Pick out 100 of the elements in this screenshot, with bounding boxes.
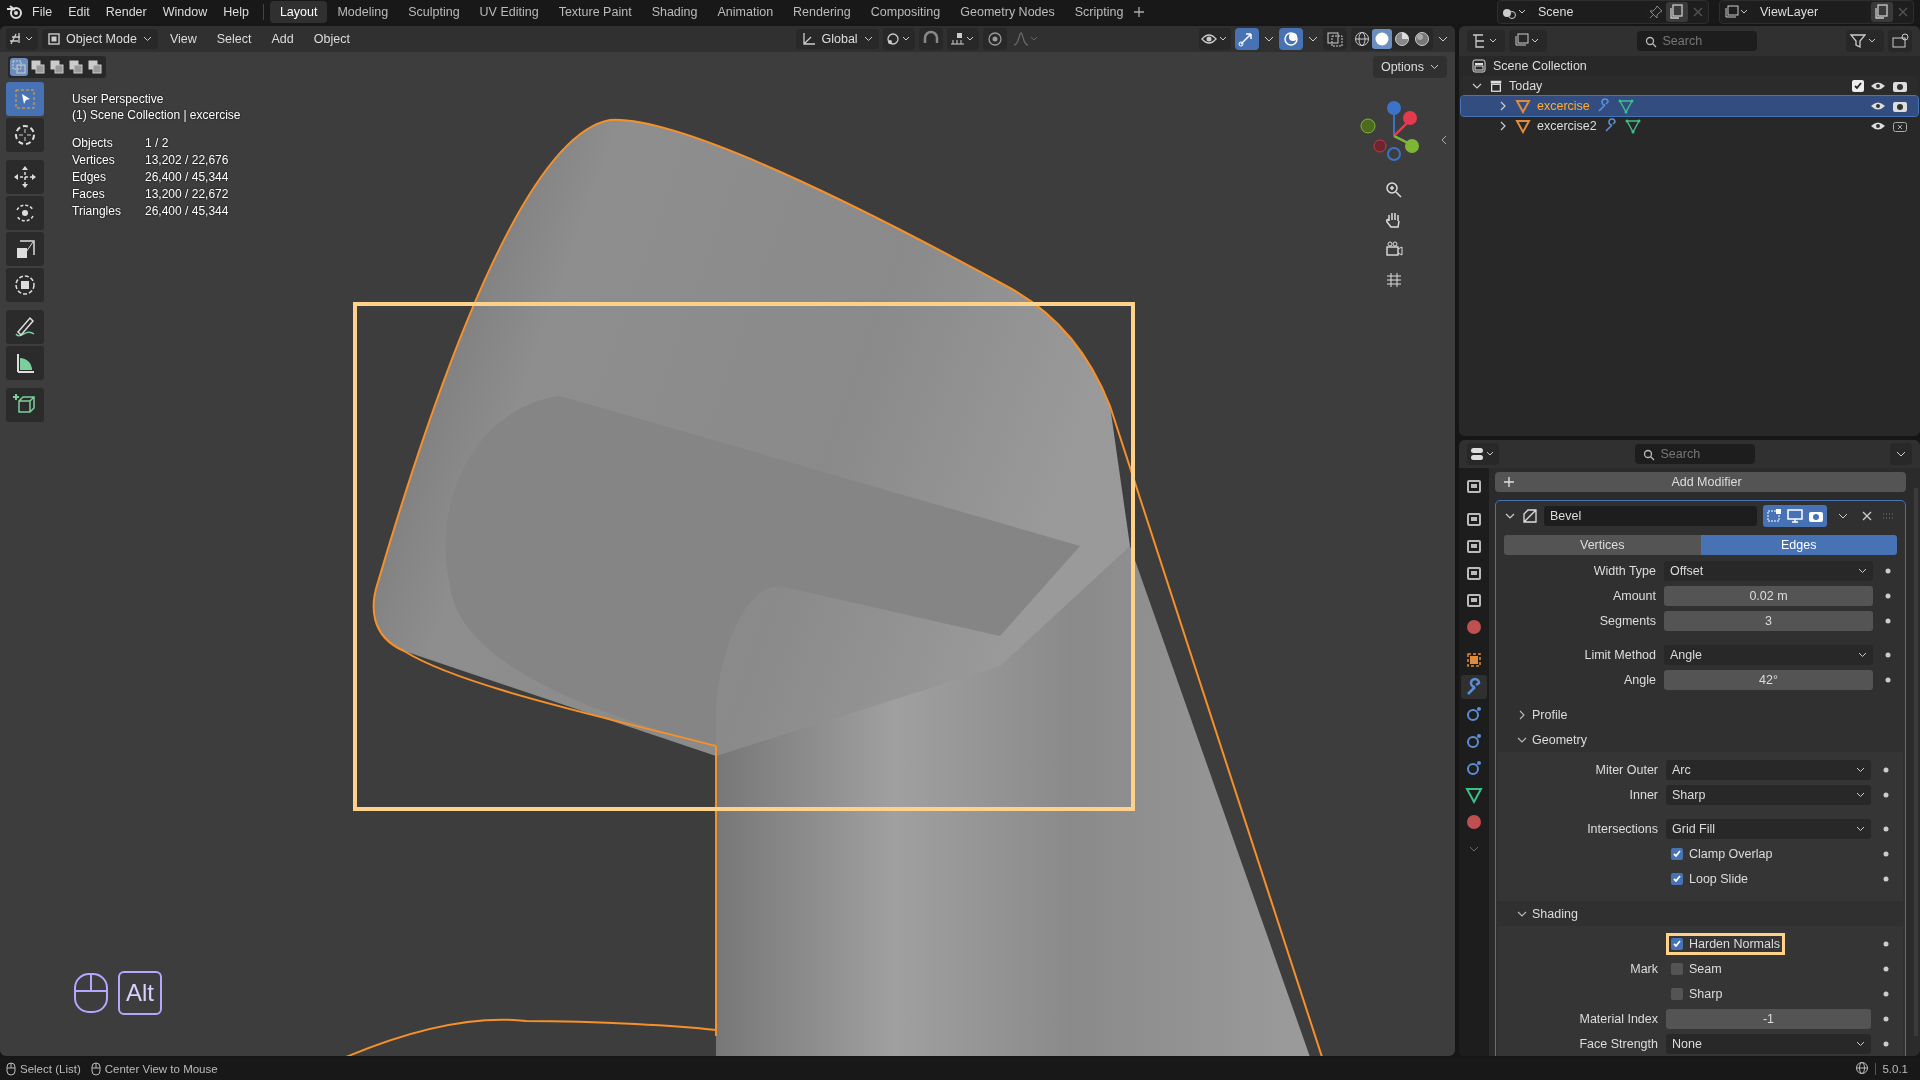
workspace-tab[interactable]: Geometry Nodes — [950, 1, 1065, 23]
eye-icon[interactable] — [1199, 28, 1231, 50]
workspace-tab[interactable]: Rendering — [783, 1, 861, 23]
checkbox-option[interactable]: Clamp Overlap — [1666, 843, 1778, 865]
display-mode-icon[interactable] — [1467, 30, 1505, 52]
keyframe-dot-icon[interactable] — [1883, 1016, 1889, 1022]
mesh-data-icon[interactable] — [1617, 98, 1634, 114]
search-field[interactable]: Search — [1634, 444, 1755, 464]
orientation-dropdown[interactable]: Global — [795, 29, 879, 49]
checkbox-option[interactable]: Loop Slide — [1666, 868, 1754, 890]
selection-mode-icon[interactable] — [29, 58, 47, 76]
workspace-tab[interactable]: Texture Paint — [548, 1, 642, 23]
gizmo-icon[interactable] — [1235, 28, 1259, 50]
keyframe-dot-icon[interactable] — [1885, 618, 1891, 624]
workspace-tab[interactable]: Layout — [269, 1, 328, 23]
number-field[interactable]: 0.02 m — [1664, 586, 1873, 606]
add-workspace-icon[interactable] — [1133, 6, 1146, 18]
checkbox-option[interactable]: Sharp — [1666, 983, 1728, 1005]
magnet-icon[interactable] — [918, 28, 943, 50]
outliner-row[interactable]: excercise — [1461, 96, 1918, 116]
number-field[interactable]: -1 — [1666, 1009, 1871, 1029]
scale-icon[interactable] — [6, 232, 44, 266]
checkbox[interactable] — [1671, 988, 1683, 1000]
outliner-item[interactable]: Scene Collection — [1493, 59, 1587, 73]
keyframe-dot-icon[interactable] — [1883, 792, 1889, 798]
workspace-tab[interactable]: Animation — [707, 1, 784, 23]
eye-icon[interactable] — [1870, 120, 1886, 132]
checkbox[interactable] — [1671, 848, 1683, 860]
keyframe-dot-icon[interactable] — [1883, 1041, 1889, 1047]
editor-type-icon[interactable] — [1467, 443, 1499, 465]
pin-icon[interactable] — [1649, 5, 1663, 19]
search-field[interactable]: Search — [1636, 31, 1757, 51]
mode-dropdown[interactable]: Object Mode — [42, 29, 158, 49]
measure-icon[interactable] — [6, 346, 44, 380]
copy-icon[interactable] — [1666, 2, 1688, 22]
rotate-icon[interactable] — [6, 196, 44, 230]
xray-icon[interactable] — [1323, 28, 1347, 50]
checkbox-option[interactable]: Harden Normals — [1666, 933, 1785, 955]
pivot-icon[interactable] — [882, 28, 915, 50]
cursor-icon[interactable] — [6, 118, 44, 152]
subpanel-header[interactable]: Shading — [1496, 901, 1905, 926]
eye-icon[interactable] — [1870, 100, 1886, 112]
dropdown-field[interactable]: Offset — [1664, 561, 1873, 581]
workspace-tab[interactable]: Shading — [641, 1, 708, 23]
overlays-icon[interactable] — [1279, 28, 1303, 50]
app-logo-icon[interactable] — [6, 4, 24, 20]
selection-mode-icon[interactable] — [86, 58, 104, 76]
filter-icon[interactable] — [1846, 30, 1884, 52]
copy-icon[interactable] — [1871, 2, 1893, 22]
keyframe-dot-icon[interactable] — [1883, 941, 1889, 947]
number-field[interactable]: 42° — [1664, 670, 1873, 690]
number-field[interactable]: 3 — [1664, 611, 1873, 631]
menu-item[interactable]: Window — [154, 5, 216, 19]
object-name[interactable]: excercise — [1537, 99, 1590, 113]
chevron-down-icon[interactable] — [1307, 35, 1319, 43]
new-collection-icon[interactable] — [1888, 30, 1912, 52]
annotate-icon[interactable] — [6, 310, 44, 344]
workspace-tab[interactable]: UV Editing — [469, 1, 549, 23]
checkbox[interactable] — [1671, 938, 1683, 950]
dropdown-field[interactable]: Angle — [1664, 645, 1873, 665]
keyframe-dot-icon[interactable] — [1883, 876, 1889, 882]
transform-icon[interactable] — [6, 268, 44, 302]
selection-mode-icon[interactable] — [48, 58, 66, 76]
solid-sphere-icon[interactable] — [1372, 29, 1392, 49]
keyframe-dot-icon[interactable] — [1885, 652, 1891, 658]
menu-item[interactable]: Help — [215, 5, 257, 19]
chevron-down-icon[interactable] — [1263, 35, 1275, 43]
segment-tab[interactable]: Edges — [1700, 535, 1897, 555]
rendered-sphere-icon[interactable] — [1412, 29, 1432, 49]
keyframe-dot-icon[interactable] — [1883, 826, 1889, 832]
modifier-name-field[interactable]: Bevel — [1544, 506, 1757, 526]
menu-item[interactable]: View — [161, 32, 205, 46]
menu-item[interactable]: Render — [97, 5, 155, 19]
keyframe-dot-icon[interactable] — [1883, 966, 1889, 972]
monitor-icon[interactable] — [1785, 506, 1805, 526]
material-sphere-icon[interactable] — [1392, 29, 1412, 49]
object-name[interactable]: excercise2 — [1537, 119, 1597, 133]
eye-icon[interactable] — [1870, 80, 1886, 92]
dropdown-field[interactable]: Sharp — [1666, 785, 1871, 805]
dropdown-field[interactable]: None — [1666, 1034, 1871, 1054]
outliner-row[interactable]: excercise2 — [1461, 116, 1918, 136]
workspace-tab[interactable]: Compositing — [860, 1, 951, 23]
wrench-icon[interactable] — [1461, 675, 1487, 699]
selection-mode-icon[interactable] — [67, 58, 85, 76]
wireframe-sphere-icon[interactable] — [1352, 29, 1372, 49]
options-dropdown[interactable]: Options — [1372, 56, 1447, 78]
menu-item[interactable]: Add — [263, 32, 302, 46]
keyframe-dot-icon[interactable] — [1885, 593, 1891, 599]
dropdown-field[interactable]: Arc — [1666, 760, 1871, 780]
menu-item[interactable]: Edit — [60, 5, 98, 19]
keyframe-dot-icon[interactable] — [1883, 767, 1889, 773]
workspace-tab[interactable]: Scripting — [1064, 1, 1134, 23]
subpanel-title[interactable]: Shading — [1532, 906, 1578, 921]
segment-tab[interactable]: Vertices — [1504, 535, 1701, 555]
move-icon[interactable] — [6, 160, 44, 194]
dropdown-field[interactable]: Grid Fill — [1666, 819, 1871, 839]
workspace-tab[interactable]: Sculpting — [398, 1, 470, 23]
keyframe-dot-icon[interactable] — [1885, 677, 1891, 683]
add-modifier-button[interactable]: Add Modifier — [1495, 472, 1906, 492]
menu-item[interactable]: File — [24, 5, 61, 19]
